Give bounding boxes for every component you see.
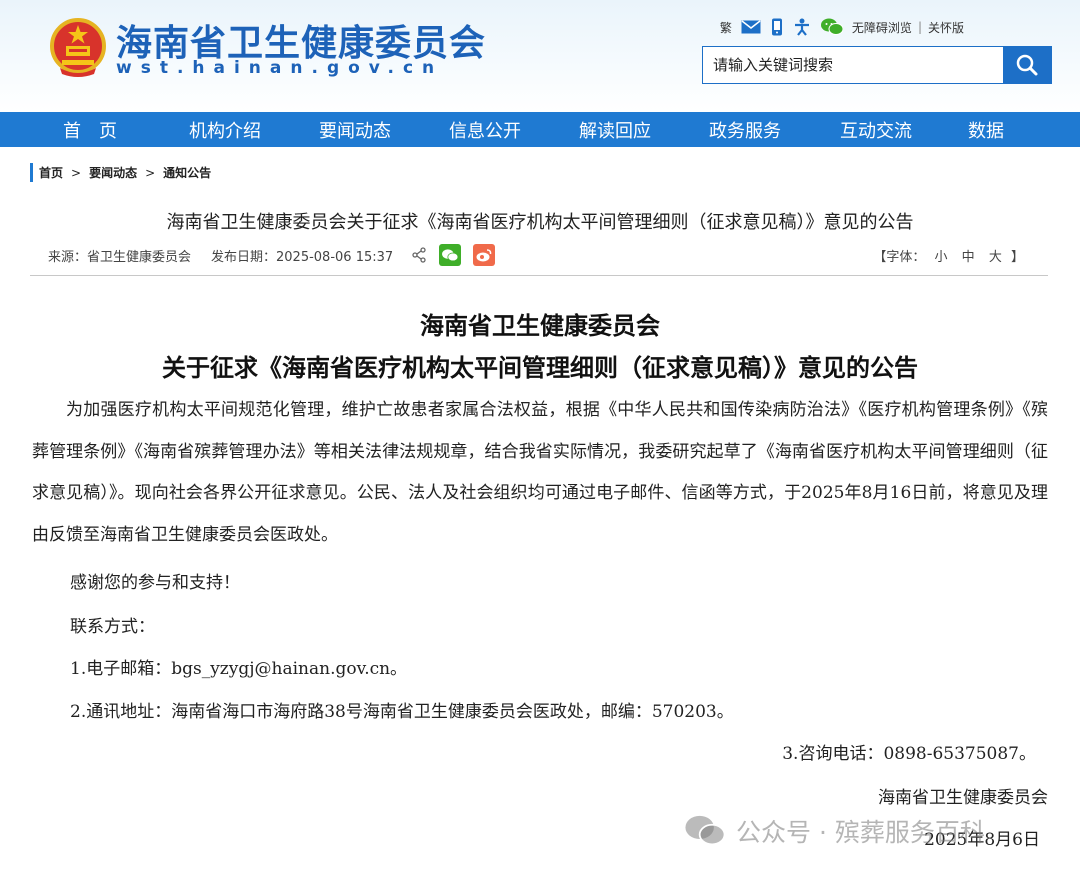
article-meta: 来源：省卫生健康委员会 发布日期：2025-08-06 15:37 [48,242,496,268]
contact-address: 2.通讯地址：海南省海口市海府路38号海南省卫生健康委员会医政处，邮编：5702… [70,702,734,722]
breadcrumb-separator: > [145,165,156,180]
breadcrumb-home[interactable]: 首页 [39,164,63,181]
breadcrumb: 首页 > 要闻动态 > 通知公告 [30,163,211,182]
font-size-small[interactable]: 小 [935,250,948,265]
nav-item-services[interactable]: 政务服务 [700,117,790,143]
contact-phone: 3.咨询电话：0898-65375087。 [782,744,1036,764]
accessibility-link[interactable]: 无障碍浏览 [852,19,912,36]
font-size-close: 】 [1010,250,1024,265]
nav-item-interaction[interactable]: 互动交流 [831,117,921,143]
nav-item-disclosure[interactable]: 信息公开 [440,117,530,143]
wechat-watermark-icon [685,815,726,846]
search-input[interactable] [703,47,1003,83]
breadcrumb-notices[interactable]: 通知公告 [163,164,211,181]
nav-item-news[interactable]: 要闻动态 [310,117,400,143]
accessibility-person-icon[interactable] [793,18,811,36]
breadcrumb-separator: > [71,165,82,180]
article-title: 海南省卫生健康委员会关于征求《海南省医疗机构太平间管理细则（征求意见稿）》意见的… [166,212,914,233]
doc-heading-org: 海南省卫生健康委员会 [420,311,660,340]
font-size-label: 【字体： [873,250,926,265]
site-header: 海南省卫生健康委员会 wst.hainan.gov.cn 繁 无障碍浏览 | 关… [0,0,1080,112]
traditional-chinese-link[interactable]: 繁 [720,19,732,36]
contact-email: 1.电子邮箱：bgs_yzygj@hainan.gov.cn。 [70,659,408,679]
wechat-icon[interactable] [820,18,843,36]
font-size-medium[interactable]: 中 [962,250,975,265]
nav-item-interpretation[interactable]: 解读回应 [570,117,660,143]
article-source: 来源：省卫生健康委员会 [48,249,192,265]
mail-icon[interactable] [741,20,761,34]
nav-item-data[interactable]: 数据 [956,117,1016,143]
breadcrumb-news[interactable]: 要闻动态 [89,164,137,181]
watermark: 公众号 · 殡葬服务百科 [684,812,985,850]
tools-separator: | [917,20,922,34]
body-paragraph: 为加强医疗机构太平间规范化管理，维护亡故患者家属合法权益，根据《中华人民共和国传… [32,390,1048,556]
doc-heading-subject: 关于征求《海南省医疗机构太平间管理细则（征求意见稿）》意见的公告 [162,353,918,382]
site-domain: wst.hainan.gov.cn [116,58,444,78]
share-wechat-icon[interactable] [439,244,462,266]
main-nav: 首 页 机构介绍 要闻动态 信息公开 解读回应 政务服务 互动交流 数据 [0,112,1080,147]
body-paragraph-text: 为加强医疗机构太平间规范化管理，维护亡故患者家属合法权益，根据《中华人民共和国传… [32,400,1048,545]
search-button[interactable] [1003,47,1051,83]
watermark-text: 公众号 · 殡葬服务百科 [736,818,985,847]
font-size-large[interactable]: 大 [989,250,1002,265]
search-box [702,46,1052,84]
national-emblem-icon[interactable] [50,16,106,78]
header-tools: 繁 无障碍浏览 | 关怀版 [716,16,968,38]
care-mode-link[interactable]: 关怀版 [928,19,964,36]
body-thanks: 感谢您的参与和支持！ [70,573,240,593]
signature-org: 海南省卫生健康委员会 [878,788,1048,808]
share-weibo-icon[interactable] [473,244,496,266]
search-icon [1016,54,1038,76]
nav-item-about[interactable]: 机构介绍 [180,117,270,143]
contact-label: 联系方式： [70,617,155,637]
mobile-icon[interactable] [771,18,783,36]
font-size-switcher: 【字体： 小 中 大 】 [873,246,1024,265]
article-date: 发布日期：2025-08-06 15:37 [211,249,394,265]
nav-item-home[interactable]: 首 页 [50,117,130,143]
share-icon[interactable] [411,247,427,263]
header-divider [30,275,1048,276]
